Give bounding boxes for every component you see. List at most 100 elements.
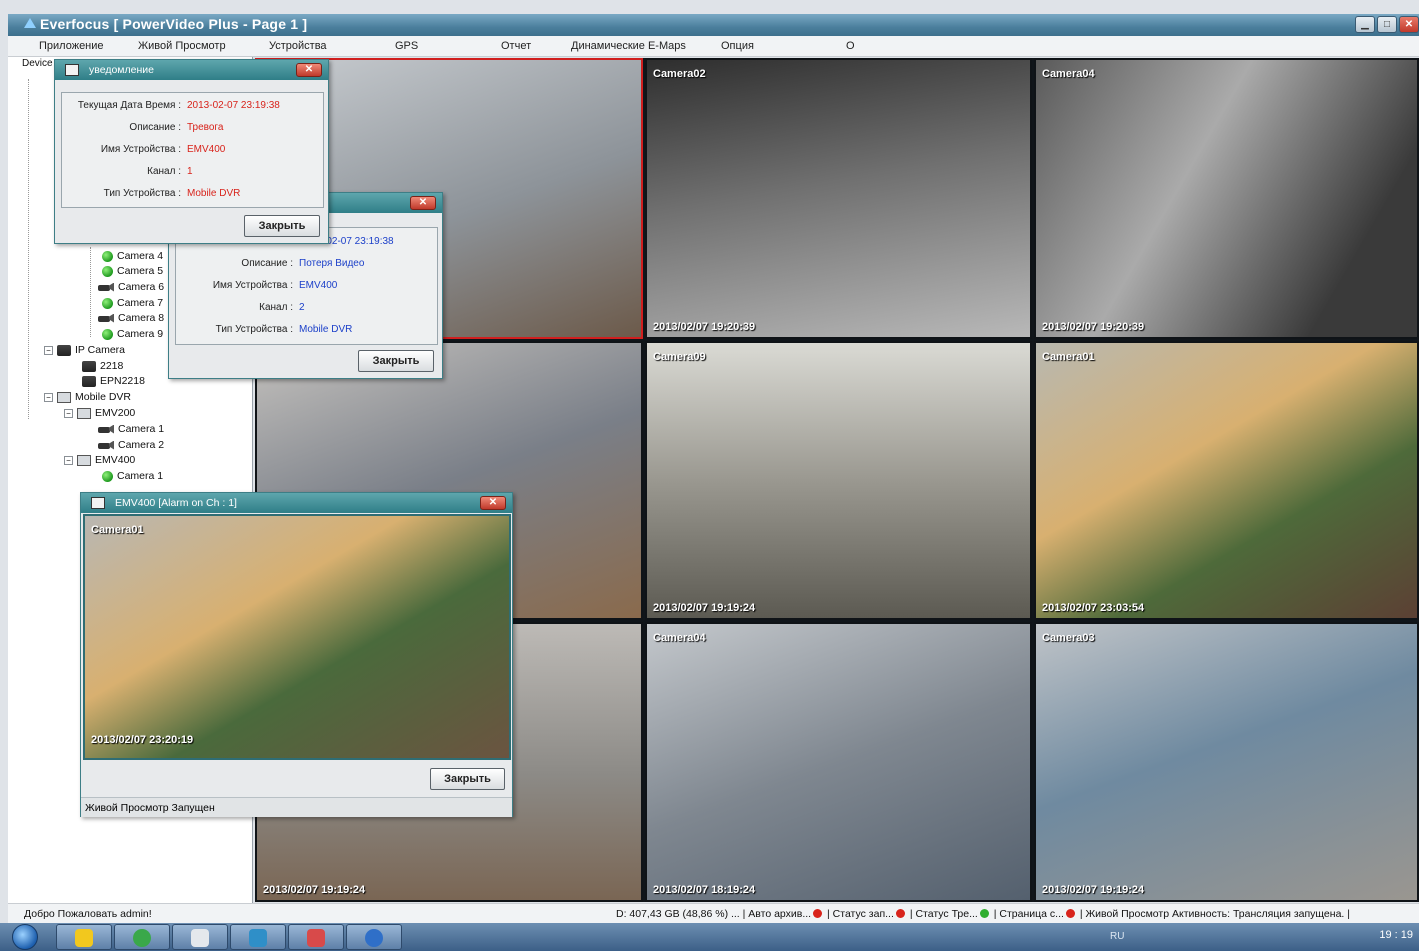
close-icon[interactable]: ✕ <box>410 196 436 210</box>
dialog-title-bar: EMV400 [Alarm on Ch : 1] ✕ <box>81 493 512 513</box>
live-view-status: | Живой Просмотр <box>1079 908 1170 920</box>
dvr-icon <box>57 391 71 403</box>
tree-item-camera-9[interactable]: Camera 9 <box>102 327 163 341</box>
activity-status: Активность: Трансляция запущена. | <box>1172 908 1350 920</box>
dvr-icon <box>77 407 91 419</box>
taskbar-app-chrome[interactable] <box>114 924 170 950</box>
datetime-value: -02-07 23:19:38 <box>323 236 394 247</box>
close-dialog-button[interactable]: Закрыть <box>430 768 505 790</box>
tree-item-camera-4[interactable]: Camera 4 <box>102 249 163 263</box>
online-status-icon <box>102 250 113 262</box>
close-dialog-button[interactable]: Закрыть <box>358 350 434 372</box>
disk-usage: D: 407,43 GB (48,86 %) ... | <box>616 908 746 920</box>
dialog-title: EMV400 [Alarm on Ch : 1] <box>115 497 237 509</box>
taskbar-app-window[interactable] <box>172 924 228 950</box>
tree-item-emv400[interactable]: − EMV400 <box>64 453 135 467</box>
alarm-status-bar: Живой Просмотр Запущен <box>81 797 512 817</box>
menu-report[interactable]: Отчет <box>501 40 531 52</box>
timestamp: 2013/02/07 19:19:24 <box>653 602 756 614</box>
menu-about[interactable]: О <box>846 40 855 52</box>
camera-label: Camera09 <box>653 351 706 363</box>
menu-application[interactable]: Приложение <box>39 40 104 52</box>
datetime-label: Текущая Дата Время : <box>77 100 181 111</box>
menu-bar: Приложение Живой Просмотр Устройства GPS… <box>8 36 1419 57</box>
taskbar-app-batman[interactable] <box>56 924 112 950</box>
device-type-value: Mobile DVR <box>187 188 241 199</box>
timestamp: 2013/02/07 19:20:39 <box>653 321 756 333</box>
close-dialog-button[interactable]: Закрыть <box>244 215 320 237</box>
tree-item-2218[interactable]: 2218 <box>82 359 123 373</box>
online-status-icon <box>102 297 113 309</box>
clock[interactable]: 19 : 19 <box>1379 929 1413 941</box>
tree-item-camera-8[interactable]: Camera 8 <box>98 311 164 325</box>
video-tile[interactable]: Camera09 2013/02/07 19:19:24 <box>645 341 1032 620</box>
live-status-text: Живой Просмотр Запущен <box>85 802 215 814</box>
menu-devices[interactable]: Устройства <box>269 40 327 52</box>
camera-label: Camera01 <box>1042 351 1095 363</box>
alarm-video[interactable]: Camera01 2013/02/07 23:20:19 <box>83 514 511 760</box>
video-tile[interactable]: Camera03 2013/02/07 19:19:24 <box>1034 622 1419 902</box>
tree-item-camera-7[interactable]: Camera 7 <box>102 296 163 310</box>
camera-icon <box>98 283 114 292</box>
camera-label: Camera01 <box>91 524 144 536</box>
alarm-notification: уведомление ✕ Текущая Дата Время : 2013-0… <box>54 59 329 244</box>
channel-label: Канал : <box>259 302 293 313</box>
tree-item-epn2218[interactable]: EPN2218 <box>82 374 145 388</box>
device-type-label: Тип Устройства : <box>215 324 293 335</box>
tree-item-emv200-camera-1[interactable]: Camera 1 <box>98 422 164 436</box>
collapse-icon[interactable]: − <box>44 392 53 402</box>
tree-item-emv200[interactable]: − EMV200 <box>64 406 135 420</box>
ip-camera-icon <box>82 375 96 387</box>
description-label: Описание : <box>129 122 181 133</box>
minimize-button[interactable]: ▁ <box>1355 16 1375 33</box>
camera-label: Camera02 <box>653 68 706 80</box>
taskbar-app-ie[interactable] <box>346 924 402 950</box>
device-name-label: Имя Устройства : <box>100 144 181 155</box>
tree-item-emv200-camera-2[interactable]: Camera 2 <box>98 438 164 452</box>
collapse-icon[interactable]: − <box>44 345 53 355</box>
language-indicator[interactable]: RU <box>1110 931 1124 942</box>
camera-icon <box>98 441 114 450</box>
tree-item-camera-6[interactable]: Camera 6 <box>98 280 164 294</box>
video-tile[interactable]: Camera01 2013/02/07 23:03:54 <box>1034 341 1419 620</box>
datetime-value: 2013-02-07 23:19:38 <box>187 100 280 111</box>
collapse-icon[interactable]: − <box>64 455 73 465</box>
close-button[interactable]: ✕ <box>1399 16 1419 33</box>
welcome-text: Добро Пожаловать admin! <box>24 908 152 920</box>
device-type-label: Тип Устройства : <box>103 188 181 199</box>
dialog-title: уведомление <box>89 64 154 76</box>
menu-emaps[interactable]: Динамические E-Maps <box>571 40 686 52</box>
close-icon[interactable]: ✕ <box>296 63 322 77</box>
timestamp: 2013/02/07 18:19:24 <box>653 884 756 896</box>
taskbar-app-tools[interactable] <box>288 924 344 950</box>
tree-item-camera-5[interactable]: Camera 5 <box>102 264 163 278</box>
description-value: Потеря Видео <box>299 258 365 269</box>
powervideo-window: Everfocus [ PowerVideo Plus - Page 1 ] ▁… <box>0 0 1419 951</box>
close-icon[interactable]: ✕ <box>480 496 506 510</box>
maximize-button[interactable]: □ <box>1377 16 1397 33</box>
tree-header: Device <box>22 58 53 69</box>
timestamp: 2013/02/07 23:20:19 <box>91 734 194 746</box>
menu-gps[interactable]: GPS <box>395 40 418 52</box>
title-bar: Everfocus [ PowerVideo Plus - Page 1 ] ▁… <box>8 14 1419 36</box>
auto-archive-status: Авто архив... <box>748 908 812 920</box>
tree-item-emv400-camera-1[interactable]: Camera 1 <box>102 469 163 483</box>
record-status: | Статус зап... <box>827 908 894 920</box>
page-status: | Страница с... <box>993 908 1064 920</box>
camera-icon <box>98 314 114 323</box>
menu-live-view[interactable]: Живой Просмотр <box>138 40 226 52</box>
tree-item-ip-camera[interactable]: − IP Camera <box>44 343 125 357</box>
video-tile[interactable]: Camera04 2013/02/07 18:19:24 <box>645 622 1032 902</box>
description-label: Описание : <box>241 258 293 269</box>
alarm-status: | Статус Тре... <box>909 908 978 920</box>
dvr-icon <box>77 454 91 466</box>
device-name-label: Имя Устройства : <box>212 280 293 291</box>
start-button[interactable] <box>12 924 38 950</box>
menu-options[interactable]: Опция <box>721 40 754 52</box>
taskbar-app-powervideo[interactable] <box>230 924 286 950</box>
tree-item-mobile-dvr[interactable]: − Mobile DVR <box>44 390 131 404</box>
collapse-icon[interactable]: − <box>64 408 73 418</box>
video-tile[interactable]: Camera04 2013/02/07 19:20:39 <box>1034 58 1419 339</box>
camera-label: Camera03 <box>1042 632 1095 644</box>
video-tile[interactable]: Camera02 2013/02/07 19:20:39 <box>645 58 1032 339</box>
